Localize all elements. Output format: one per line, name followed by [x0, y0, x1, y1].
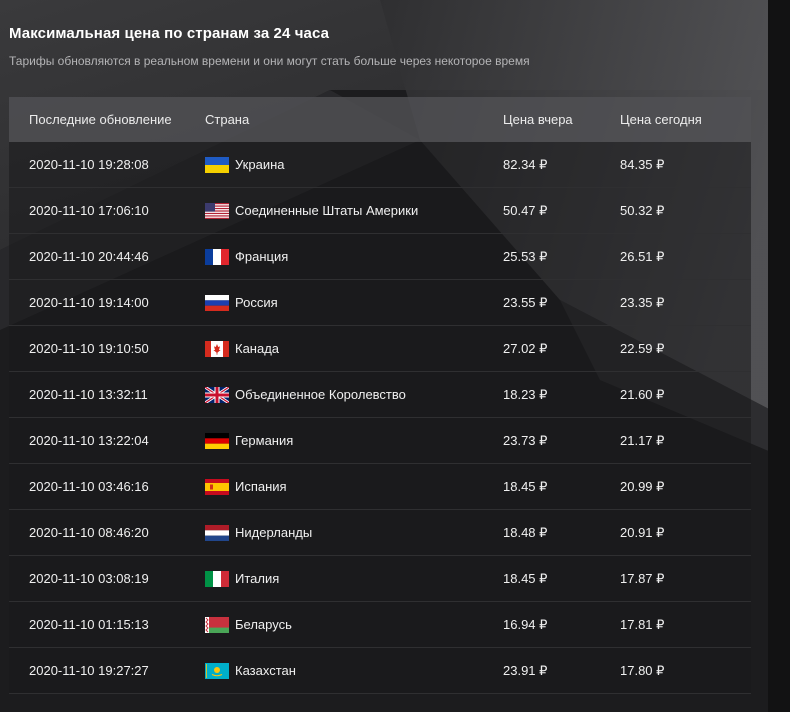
- country-cell: Россия: [205, 280, 503, 325]
- updated-time: 2020-11-10 03:46:16: [29, 479, 149, 494]
- country-cell: Беларусь: [205, 602, 503, 647]
- page-subtitle: Тарифы обновляются в реальном времени и …: [9, 54, 530, 68]
- price-yesterday: 23.55 ₽: [503, 294, 548, 310]
- table-body: 2020-11-10 19:28:08 Украина 82.34 ₽ 84.35 ₽…: [9, 142, 751, 694]
- table-row[interactable]: 2020-11-10 03:46:16 Испания 18.45 ₽ 20.99 ₽: [9, 464, 751, 510]
- price-yesterday: 18.48 ₽: [503, 524, 548, 540]
- gb-flag-icon: [205, 386, 229, 403]
- nl-flag-icon: [205, 524, 229, 541]
- price-yesterday: 27.02 ₽: [503, 340, 548, 356]
- country-name: Италия: [235, 571, 280, 586]
- fr-flag-icon: [205, 248, 229, 265]
- country-cell: Италия: [205, 556, 503, 601]
- country-name: Канада: [235, 341, 280, 356]
- country-cell: Испания: [205, 464, 503, 509]
- table-row[interactable]: 2020-11-10 20:44:46 Франция 25.53 ₽ 26.51 ₽: [9, 234, 751, 280]
- country-cell: Франция: [205, 234, 503, 279]
- price-today: 20.99 ₽: [620, 478, 665, 494]
- table-row[interactable]: 2020-11-10 19:10:50 Канада 27.02 ₽ 22.59 ₽: [9, 326, 751, 372]
- country-name: Объединенное Королевство: [235, 387, 406, 402]
- country-name: Германия: [235, 433, 294, 448]
- table-row[interactable]: 2020-11-10 01:15:13 Беларусь 16.94 ₽ 17.81 …: [9, 602, 751, 648]
- country-name: Нидерланды: [235, 525, 313, 540]
- us-flag-icon: [205, 202, 229, 219]
- country-name: Франция: [235, 249, 289, 264]
- table-row[interactable]: 2020-11-10 13:32:11 Объединенное Королевс…: [9, 372, 751, 418]
- table-row[interactable]: 2020-11-10 13:22:04 Германия 23.73 ₽ 21.17 …: [9, 418, 751, 464]
- price-today: 26.51 ₽: [620, 248, 665, 264]
- country-cell: Соединенные Штаты Америки: [205, 188, 503, 233]
- by-flag-icon: [205, 616, 229, 633]
- country-cell: Объединенное Королевство: [205, 372, 503, 417]
- country-name: Соединенные Штаты Америки: [235, 203, 419, 218]
- price-yesterday: 18.23 ₽: [503, 386, 548, 402]
- price-yesterday: 25.53 ₽: [503, 248, 548, 264]
- updated-time: 2020-11-10 20:44:46: [29, 249, 149, 264]
- updated-time: 2020-11-10 19:28:08: [29, 157, 149, 172]
- country-cell: Украина: [205, 142, 503, 187]
- price-today: 84.35 ₽: [620, 156, 665, 172]
- column-header-updated[interactable]: Последние обновление: [9, 97, 205, 142]
- country-cell: Канада: [205, 326, 503, 371]
- column-header-country[interactable]: Страна: [205, 97, 503, 142]
- updated-time: 2020-11-10 13:22:04: [29, 433, 149, 448]
- table-header: Последние обновление Страна Цена вчера Ц…: [9, 97, 751, 142]
- country-cell: Германия: [205, 418, 503, 463]
- updated-time: 2020-11-10 19:10:50: [29, 341, 149, 356]
- price-yesterday: 23.73 ₽: [503, 432, 548, 448]
- price-yesterday: 16.94 ₽: [503, 616, 548, 632]
- price-today: 23.35 ₽: [620, 294, 665, 310]
- table-row[interactable]: 2020-11-10 19:14:00 Россия 23.55 ₽ 23.35 ₽: [9, 280, 751, 326]
- de-flag-icon: [205, 432, 229, 449]
- kz-flag-icon: [205, 662, 229, 679]
- ua-flag-icon: [205, 156, 229, 173]
- price-today: 17.87 ₽: [620, 570, 665, 586]
- country-cell: Казахстан: [205, 648, 503, 693]
- it-flag-icon: [205, 570, 229, 587]
- updated-time: 2020-11-10 19:14:00: [29, 295, 149, 310]
- ru-flag-icon: [205, 294, 229, 311]
- price-today: 20.91 ₽: [620, 524, 665, 540]
- country-name: Украина: [235, 157, 285, 172]
- price-today: 50.32 ₽: [620, 202, 665, 218]
- country-name: Беларусь: [235, 617, 292, 632]
- page-title: Максимальная цена по странам за 24 часа: [9, 25, 330, 42]
- ca-flag-icon: [205, 340, 229, 357]
- updated-time: 2020-11-10 13:32:11: [29, 387, 148, 402]
- country-name: Россия: [235, 295, 278, 310]
- price-today: 21.17 ₽: [620, 432, 665, 448]
- updated-time: 2020-11-10 03:08:19: [29, 571, 149, 586]
- price-yesterday: 18.45 ₽: [503, 478, 548, 494]
- updated-time: 2020-11-10 08:46:20: [29, 525, 149, 540]
- country-cell: Нидерланды: [205, 510, 503, 555]
- table-row[interactable]: 2020-11-10 08:46:20 Нидерланды 18.48 ₽ 20.9…: [9, 510, 751, 556]
- price-yesterday: 50.47 ₽: [503, 202, 548, 218]
- country-name: Казахстан: [235, 663, 296, 678]
- price-table: Последние обновление Страна Цена вчера Ц…: [9, 97, 751, 694]
- updated-time: 2020-11-10 01:15:13: [29, 617, 149, 632]
- updated-time: 2020-11-10 19:27:27: [29, 663, 149, 678]
- column-header-today[interactable]: Цена сегодня: [620, 97, 731, 142]
- column-header-yesterday[interactable]: Цена вчера: [503, 97, 620, 142]
- price-today: 22.59 ₽: [620, 340, 665, 356]
- table-row[interactable]: 2020-11-10 19:28:08 Украина 82.34 ₽ 84.35 ₽: [9, 142, 751, 188]
- es-flag-icon: [205, 478, 229, 495]
- price-yesterday: 82.34 ₽: [503, 156, 548, 172]
- price-today: 17.81 ₽: [620, 616, 665, 632]
- table-row[interactable]: 2020-11-10 17:06:10 Соединенные Штаты Аме…: [9, 188, 751, 234]
- country-name: Испания: [235, 479, 287, 494]
- price-yesterday: 23.91 ₽: [503, 662, 548, 678]
- price-today: 17.80 ₽: [620, 662, 665, 678]
- table-row[interactable]: 2020-11-10 19:27:27 Казахстан 23.91 ₽ 17.80…: [9, 648, 751, 694]
- price-yesterday: 18.45 ₽: [503, 570, 548, 586]
- price-today: 21.60 ₽: [620, 386, 665, 402]
- table-row[interactable]: 2020-11-10 03:08:19 Италия 18.45 ₽ 17.87 ₽: [9, 556, 751, 602]
- updated-time: 2020-11-10 17:06:10: [29, 203, 149, 218]
